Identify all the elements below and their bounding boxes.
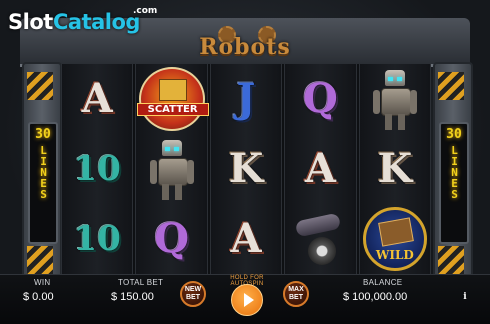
- paylines-number: 30: [446, 127, 462, 142]
- total-bet-label: TOTAL BET: [118, 278, 164, 287]
- symbol-10: 10: [64, 137, 130, 201]
- watermark-catalog: Catalog: [53, 10, 140, 34]
- play-icon: [243, 293, 254, 307]
- hazard-stripes: [27, 246, 53, 274]
- symbol-q: Q: [287, 67, 353, 131]
- paylines-indicator-right: 30 LINES: [439, 122, 469, 244]
- symbol-j: J: [213, 67, 279, 131]
- symbol-a: A: [213, 207, 279, 271]
- hazard-stripes: [438, 246, 464, 274]
- symbol-letter: K: [228, 145, 264, 192]
- symbol-a: A: [64, 67, 130, 131]
- symbol-letter: J: [236, 75, 256, 122]
- symbol-letter: Q: [303, 75, 338, 122]
- watermark-com: .com: [133, 6, 158, 16]
- symbol-k: K: [362, 137, 428, 201]
- symbol-letter: Q: [154, 215, 190, 262]
- symbol-wild: WILD: [362, 207, 428, 271]
- symbol-10: 10: [64, 207, 130, 271]
- symbol-q: Q: [139, 207, 205, 271]
- info-icon[interactable]: i: [460, 292, 470, 302]
- robot-vehicle-icon: [292, 211, 348, 267]
- wild-label: WILD: [375, 248, 414, 262]
- paylines-word: LINES: [448, 144, 461, 199]
- max-bet-button[interactable]: MAX BET: [283, 281, 309, 307]
- reel-2: SCATTER Q: [135, 64, 209, 274]
- symbol-letter: A: [230, 215, 262, 262]
- symbol-letter: 10: [73, 149, 121, 189]
- hazard-stripes: [27, 72, 53, 100]
- reel-4: Q A: [284, 64, 357, 274]
- win-label: WIN: [34, 278, 51, 287]
- symbol-robot: [139, 137, 205, 201]
- symbol-letter: A: [81, 75, 113, 122]
- robot-icon: [371, 68, 419, 130]
- symbol-scatter: SCATTER: [136, 67, 209, 131]
- symbol-vehicle: [287, 207, 353, 271]
- paylines-number: 30: [35, 127, 51, 142]
- paylines-word: LINES: [37, 144, 50, 199]
- paylines-indicator-left: 30 LINES: [28, 122, 58, 244]
- game-title: Robots: [199, 34, 291, 60]
- win-value: $ 0.00: [23, 291, 54, 303]
- balance-value: $ 100,000.00: [343, 291, 408, 303]
- reel-grid: A 10 10 SCATTER Q J K A Q A K WILD: [61, 64, 432, 274]
- hazard-stripes: [438, 72, 464, 100]
- symbol-letter: A: [304, 145, 336, 192]
- book-icon: [158, 79, 187, 101]
- symbol-robot: [362, 67, 428, 131]
- left-pillar: 30 LINES: [22, 62, 62, 284]
- total-bet-value: $ 150.00: [111, 291, 154, 303]
- right-pillar: 30 LINES: [433, 62, 473, 284]
- balance-label: BALANCE: [363, 278, 403, 287]
- scatter-icon: SCATTER: [136, 67, 209, 131]
- symbol-letter: K: [377, 145, 413, 192]
- symbol-letter: 10: [73, 219, 121, 259]
- wild-icon: WILD: [362, 207, 427, 271]
- robot-icon: [148, 138, 196, 200]
- reel-5: K WILD: [358, 64, 432, 274]
- scatter-label: SCATTER: [136, 103, 209, 116]
- reel-1: A 10 10: [61, 64, 134, 274]
- reel-3: J K A: [209, 64, 283, 274]
- tool-icon: [377, 217, 414, 247]
- spin-button[interactable]: [231, 284, 263, 316]
- watermark-slot: Slot: [8, 10, 53, 34]
- symbol-k: K: [213, 137, 279, 201]
- new-bet-button[interactable]: NEW BET: [180, 281, 206, 307]
- symbol-a: A: [287, 137, 353, 201]
